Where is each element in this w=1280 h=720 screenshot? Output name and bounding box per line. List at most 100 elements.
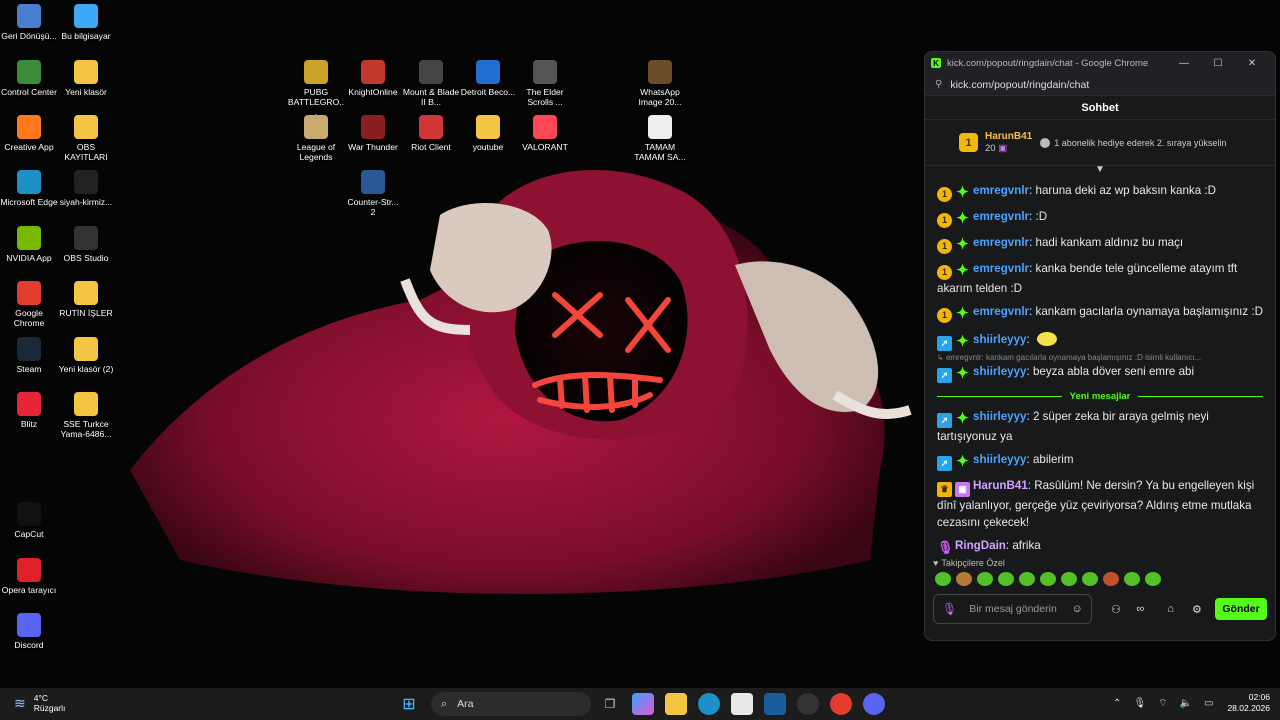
edge-icon [17, 170, 41, 194]
emote-icon[interactable] [977, 572, 993, 586]
chevron-up-icon[interactable]: ⌃ [1113, 698, 1121, 709]
chat-username[interactable]: HarunB41 [973, 479, 1028, 492]
desktop-shortcut[interactable]: Blitz [0, 392, 58, 429]
scroll-down-icon[interactable]: ▼ [1095, 166, 1105, 175]
desktop-shortcut[interactable]: SSE Turkce Yama-6486... [57, 392, 115, 439]
url-text[interactable]: kick.com/popout/ringdain/chat [950, 79, 1089, 91]
obs-icon[interactable] [797, 693, 819, 715]
desktop-shortcut[interactable]: siyah-kirmiz... [57, 170, 115, 207]
desktop-shortcut[interactable]: TAMAM TAMAM SA... [631, 115, 689, 162]
message-input[interactable]: 🎙 Bir mesaj gönderin ☺ [933, 594, 1092, 624]
emote-icon[interactable] [1082, 572, 1098, 586]
battery-icon[interactable]: ▭ [1204, 698, 1213, 709]
desktop-shortcut[interactable]: Steam [0, 337, 58, 374]
desktop-shortcut[interactable]: Yeni klasör [57, 60, 115, 97]
minimize-icon[interactable]: — [1167, 58, 1201, 69]
emote-icon[interactable] [956, 572, 972, 586]
emoji-picker-icon[interactable]: ☺ [1071, 603, 1082, 615]
desktop-shortcut[interactable]: OBS KAYITLARI [57, 115, 115, 162]
chat-username[interactable]: shiirleyyy [973, 410, 1027, 423]
chat-username[interactable]: shiirleyyy [973, 453, 1027, 466]
emote-icon[interactable] [1145, 572, 1161, 586]
infinity-icon[interactable]: ∞ [1130, 603, 1150, 615]
task-view-icon[interactable]: ❐ [599, 693, 621, 715]
volume-icon[interactable]: 🔈 [1180, 698, 1192, 709]
image-file-icon [648, 60, 672, 84]
network-icon[interactable]: ⌔ [1158, 697, 1167, 710]
discord-icon[interactable] [863, 693, 885, 715]
desktop-shortcut[interactable]: Discord [0, 613, 58, 650]
desktop-shortcut[interactable]: KnightOnline [344, 60, 402, 97]
desktop-shortcut-label: PUBG BATTLEGRO... [287, 87, 345, 117]
desktop-shortcut[interactable]: youtube [459, 115, 517, 152]
desktop-shortcut[interactable]: The Elder Scrolls ... [516, 60, 574, 107]
copilot-icon[interactable] [632, 693, 654, 715]
chat-username[interactable]: emregvnlr [973, 305, 1029, 318]
settings-gear-icon[interactable]: ⚙ [1187, 603, 1207, 616]
chat-username[interactable]: emregvnlr [973, 236, 1029, 249]
emote-icon[interactable] [935, 572, 951, 586]
site-info-icon[interactable]: ⚲ [935, 79, 942, 90]
chat-username[interactable]: shiirleyyy [973, 333, 1027, 346]
taskbar-search[interactable]: ⌕ Ara [431, 692, 591, 716]
address-bar[interactable]: ⚲ kick.com/popout/ringdain/chat [925, 74, 1275, 96]
desktop-shortcut[interactable]: OBS Studio [57, 226, 115, 263]
desktop-shortcut[interactable]: WhatsApp Image 20... [631, 60, 689, 107]
emote-icon[interactable] [1040, 572, 1056, 586]
mic-icon[interactable]: 🎙 [942, 602, 957, 616]
start-icon[interactable]: ⊞ [398, 693, 420, 715]
emote-icon[interactable] [1124, 572, 1140, 586]
gift-leaderboard[interactable]: 1 HarunB41 20 ▣ 1 abonelik hediye ederek… [925, 120, 1275, 166]
emote-icon[interactable] [1103, 572, 1119, 586]
kick-logo-icon: K [931, 58, 941, 68]
maximize-icon[interactable]: ☐ [1201, 58, 1235, 69]
desktop-shortcut[interactable]: VALORANT [516, 115, 574, 152]
desktop-shortcut[interactable]: Riot Client [402, 115, 460, 152]
chat-messages[interactable]: ▼ 1 ✦ emregvnlr: haruna deki az wp baksın … [925, 166, 1275, 554]
microphone-icon[interactable]: 🎙 [1133, 698, 1146, 709]
desktop-shortcut[interactable]: NVIDIA App [0, 226, 58, 263]
desktop-shortcut[interactable]: Detroit Beco... [459, 60, 517, 97]
desktop-shortcut[interactable]: Mount & Blade II B... [402, 60, 460, 107]
desktop-shortcut[interactable]: Geri Dönüşü... [0, 4, 58, 41]
chrome-icon[interactable] [830, 693, 852, 715]
desktop-shortcut[interactable]: Creative App [0, 115, 58, 152]
chat-username[interactable]: emregvnlr [973, 262, 1029, 275]
desktop-shortcut[interactable]: PUBG BATTLEGRO... [287, 60, 345, 117]
emote-icon[interactable] [1019, 572, 1035, 586]
chat-username[interactable]: RingDain [955, 539, 1006, 552]
chat-username[interactable]: shiirleyyy [973, 365, 1027, 378]
send-button[interactable]: Gönder [1215, 598, 1267, 620]
pubg-icon [304, 60, 328, 84]
desktop-shortcut[interactable]: Counter-Str... 2 [344, 170, 402, 217]
app-icon[interactable] [764, 693, 786, 715]
desktop-shortcut[interactable]: Control Center [0, 60, 58, 97]
emote-icon[interactable] [998, 572, 1014, 586]
store-icon[interactable] [731, 693, 753, 715]
users-icon[interactable]: ⚇ [1106, 603, 1126, 616]
emote-icon[interactable] [1061, 572, 1077, 586]
knightonline-icon [361, 60, 385, 84]
reply-preview[interactable]: ↳ emregvnlr: kankam gacılarla oynamaya b… [937, 353, 1263, 362]
desktop-shortcut[interactable]: League of Legends [287, 115, 345, 162]
desktop-shortcut[interactable]: Google Chrome [0, 281, 58, 328]
desktop-shortcut[interactable]: War Thunder [344, 115, 402, 152]
chat-username[interactable]: emregvnlr [973, 184, 1029, 197]
desktop-shortcut[interactable]: Opera tarayıcı [0, 558, 58, 595]
close-icon[interactable]: ✕ [1235, 58, 1269, 69]
chat-username[interactable]: emregvnlr [973, 210, 1029, 223]
heart-icon: ♥ [933, 558, 939, 568]
desktop-shortcut[interactable]: Yeni klasör (2) [57, 337, 115, 374]
window-titlebar[interactable]: K kick.com/popout/ringdain/chat - Google… [925, 52, 1275, 74]
gifter-username[interactable]: HarunB41 [985, 131, 1032, 143]
desktop-shortcut[interactable]: Microsoft Edge [0, 170, 58, 207]
clock[interactable]: 02:06 28.02.2026 [1227, 692, 1270, 714]
desktop-shortcut[interactable]: CapCut [0, 502, 58, 539]
weather-widget[interactable]: ≋ 4°C Rüzgarlı [14, 693, 65, 713]
desktop-shortcut[interactable]: Bu bilgisayar [57, 4, 115, 41]
edge-icon[interactable] [698, 693, 720, 715]
desktop-shortcut[interactable]: RUTİN İŞLER [57, 281, 115, 318]
store-icon[interactable]: ⌂ [1160, 603, 1180, 615]
message-placeholder[interactable]: Bir mesaj gönderin [969, 603, 1071, 615]
file-explorer-icon[interactable] [665, 693, 687, 715]
